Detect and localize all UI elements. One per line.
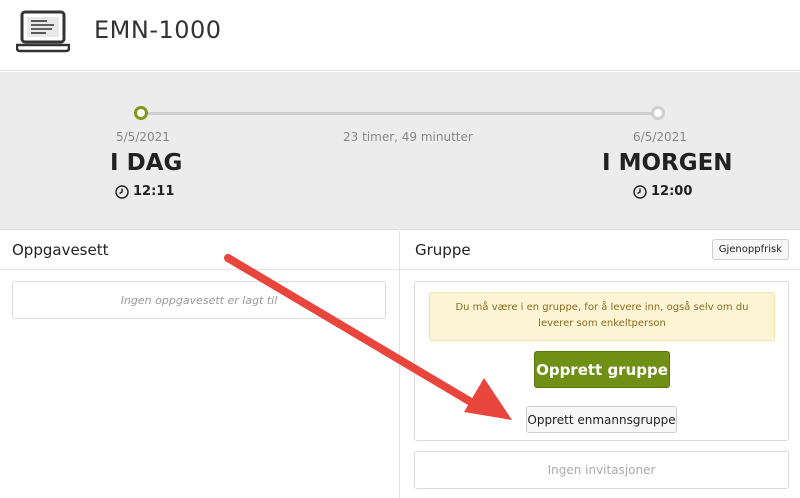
end-date: 6/5/2021 <box>633 130 687 144</box>
timeline-track <box>146 112 656 115</box>
clock-icon <box>115 184 129 199</box>
timeline-end-dot <box>651 106 665 120</box>
laptop-icon <box>16 10 70 53</box>
invitations-box: Ingen invitasjoner <box>414 451 789 489</box>
create-solo-group-button[interactable]: Opprett enmannsgruppe <box>526 406 677 433</box>
clock-icon <box>633 184 647 199</box>
assignments-panel: Oppgavesett Ingen oppgavesett er lagt ti… <box>0 231 400 498</box>
start-time-value: 12:11 <box>133 184 175 199</box>
page-title: EMN-1000 <box>94 16 222 44</box>
end-time: 12:00 <box>633 184 692 199</box>
deadline-timeline: 5/5/2021 I DAG 12:11 23 timer, 49 minutt… <box>0 72 800 230</box>
divider <box>400 269 800 270</box>
start-date: 5/5/2021 <box>116 130 170 144</box>
assignments-title: Oppgavesett <box>12 241 109 259</box>
group-panel: Gruppe Gjenoppfrisk Du må være i en grup… <box>400 231 800 498</box>
end-day: I MORGEN <box>602 150 733 176</box>
divider <box>0 269 399 270</box>
group-box: Du må være i en gruppe, for å levere inn… <box>414 281 789 441</box>
start-time: 12:11 <box>115 184 174 199</box>
timeline-start-dot <box>134 106 148 120</box>
start-day: I DAG <box>110 150 183 176</box>
assignments-empty-message: Ingen oppgavesett er lagt til <box>12 281 386 319</box>
end-time-value: 12:00 <box>651 184 693 199</box>
time-remaining: 23 timer, 49 minutter <box>343 130 473 144</box>
page-header: EMN-1000 <box>0 0 800 71</box>
create-group-button[interactable]: Opprett gruppe <box>534 351 670 388</box>
refresh-button[interactable]: Gjenoppfrisk <box>711 239 789 260</box>
group-warning: Du må være i en gruppe, for å levere inn… <box>429 292 775 341</box>
group-title: Gruppe <box>415 241 471 259</box>
